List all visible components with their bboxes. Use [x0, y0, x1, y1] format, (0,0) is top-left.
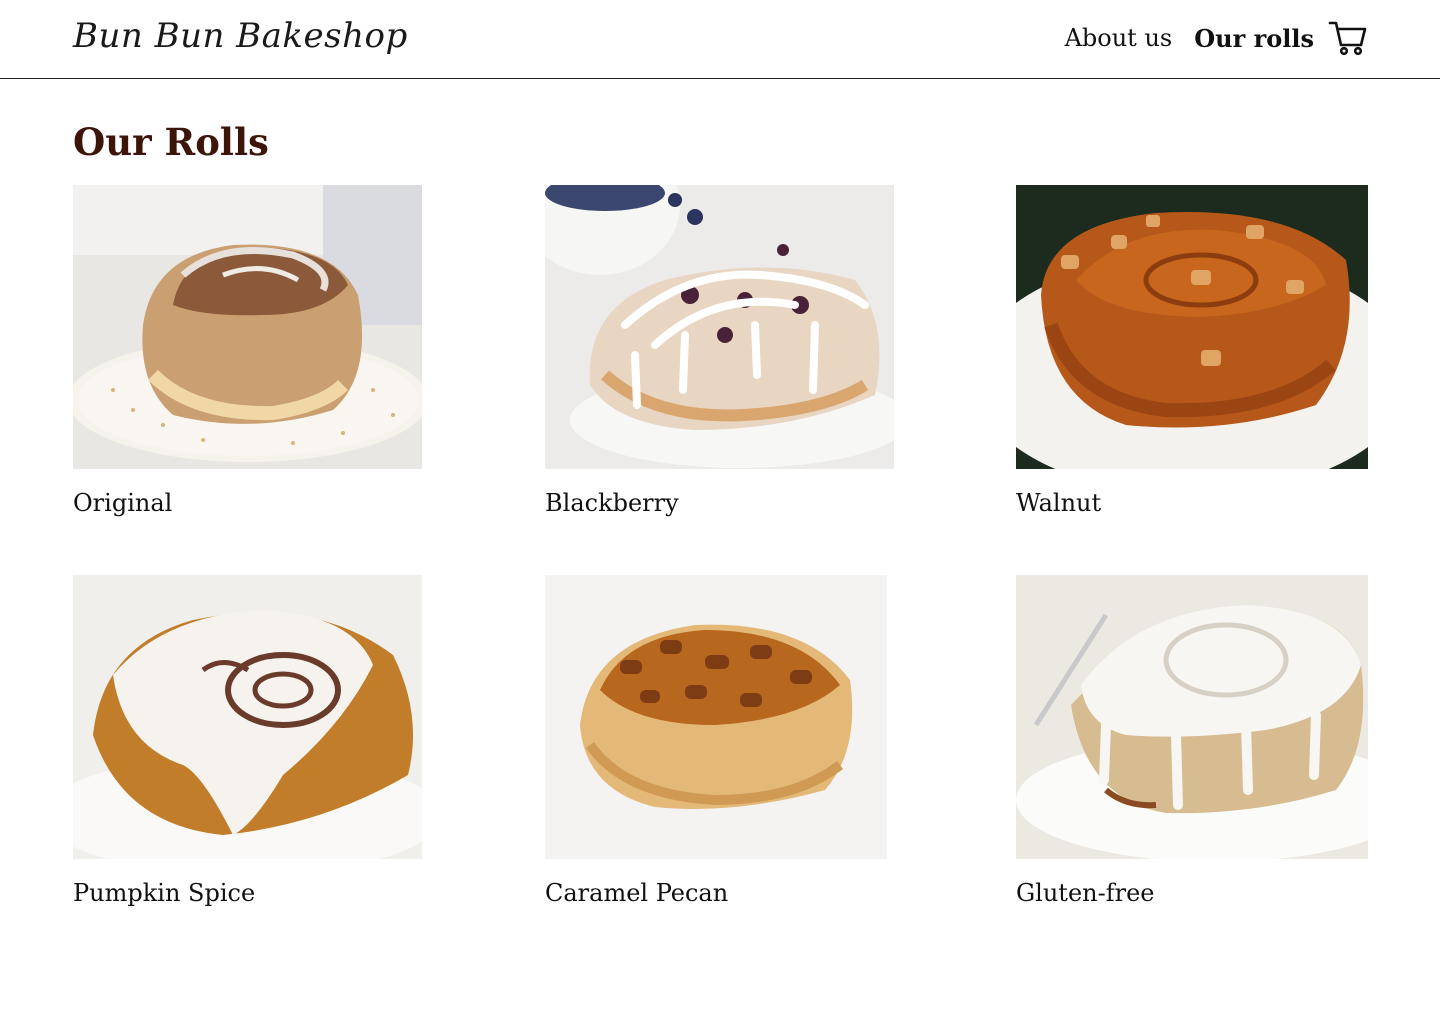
nav-our-rolls[interactable]: Our rolls — [1194, 24, 1314, 53]
shopping-cart-icon[interactable] — [1328, 19, 1368, 57]
roll-image-caramel-pecan[interactable] — [545, 575, 887, 859]
roll-card-original[interactable]: Original — [73, 185, 422, 517]
roll-name: Walnut — [1016, 489, 1102, 517]
roll-image-gluten-free[interactable] — [1016, 575, 1368, 859]
logo[interactable]: Bun Bun Bakeshop — [73, 16, 408, 56]
roll-name: Blackberry — [545, 489, 679, 517]
roll-name: Caramel Pecan — [545, 879, 729, 907]
roll-name: Pumpkin Spice — [73, 879, 256, 907]
roll-image-original[interactable] — [73, 185, 422, 469]
roll-name: Original — [73, 489, 173, 517]
roll-image-blackberry[interactable] — [545, 185, 894, 469]
roll-card-gluten-free[interactable]: Gluten-free — [1016, 575, 1368, 907]
roll-image-pumpkin-spice[interactable] — [73, 575, 422, 859]
roll-name: Gluten-free — [1016, 879, 1155, 907]
roll-card-blackberry[interactable]: Blackberry — [545, 185, 894, 517]
roll-card-pumpkin-spice[interactable]: Pumpkin Spice — [73, 575, 422, 907]
page-title: Our Rolls — [73, 120, 269, 164]
nav-about-us[interactable]: About us — [1065, 24, 1173, 52]
roll-card-caramel-pecan[interactable]: Caramel Pecan — [545, 575, 887, 907]
main-nav: About us Our rolls — [1065, 18, 1368, 58]
site-header: Bun Bun Bakeshop About us Our rolls — [0, 0, 1440, 79]
roll-image-walnut[interactable] — [1016, 185, 1368, 469]
roll-card-walnut[interactable]: Walnut — [1016, 185, 1368, 517]
